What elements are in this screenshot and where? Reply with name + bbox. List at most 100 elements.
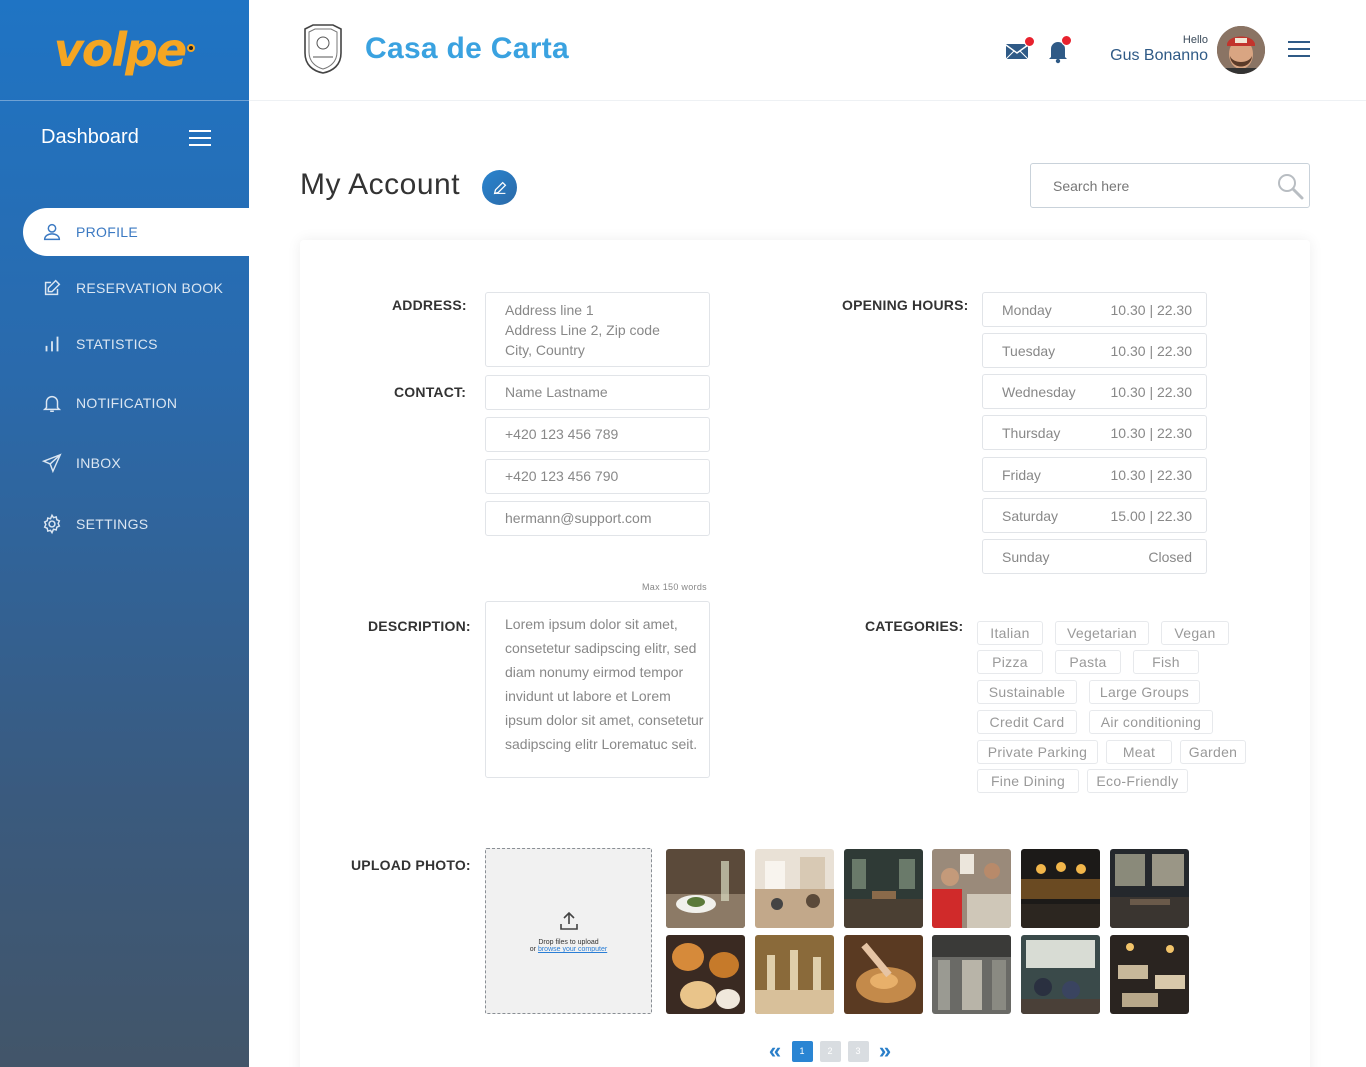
hours-row-tuesday[interactable]: Tuesday 10.30 | 22.30: [982, 333, 1207, 368]
hours-day: Tuesday: [1002, 342, 1056, 359]
categories-label: CATEGORIES:: [865, 618, 964, 634]
max-words-note: Max 150 words: [642, 582, 707, 592]
pagination: « 1 2 3 »: [762, 1040, 898, 1062]
address-line-2: Address Line 2, Zip code: [505, 322, 660, 338]
gallery-photo[interactable]: [1021, 849, 1100, 928]
gallery-photo[interactable]: [932, 849, 1011, 928]
phone-1-field[interactable]: +420 123 456 789: [485, 417, 710, 452]
gallery-photo[interactable]: [1110, 849, 1189, 928]
mail-badge: [1024, 36, 1035, 47]
sidebar-item-inbox[interactable]: INBOX: [23, 439, 249, 487]
page-button-3[interactable]: 3: [847, 1040, 869, 1062]
logo-text: volpe: [53, 23, 187, 77]
sidebar-item-label: RESERVATION BOOK: [76, 280, 224, 296]
hours-time: 15.00 | 22.30: [1110, 507, 1192, 524]
description-field[interactable]: Lorem ipsum dolor sit amet, consetetur s…: [485, 601, 710, 778]
pagination-next-icon[interactable]: »: [872, 1040, 898, 1062]
sidebar-item-statistics[interactable]: STATISTICS: [23, 320, 249, 368]
category-tag[interactable]: Credit Card: [977, 710, 1077, 734]
bell-icon: [40, 391, 64, 415]
send-icon: [40, 451, 64, 475]
gallery-photo[interactable]: [666, 849, 745, 928]
upload-drop-text: Drop files to upload: [538, 939, 599, 946]
category-tag[interactable]: Vegan: [1161, 621, 1229, 645]
category-tag[interactable]: Air conditioning: [1089, 710, 1213, 734]
top-header: Casa de Carta Hello Gus Bonanno: [249, 0, 1366, 101]
user-icon: [40, 220, 64, 244]
edit-account-button[interactable]: [482, 170, 517, 205]
dashboard-title: Dashboard: [41, 126, 139, 148]
category-tag[interactable]: Pizza: [977, 650, 1043, 674]
gallery-photo[interactable]: [844, 935, 923, 1014]
hours-day: Thursday: [1002, 424, 1061, 441]
gallery-photo[interactable]: [666, 935, 745, 1014]
hours-time: 10.30 | 22.30: [1110, 301, 1192, 318]
category-tag[interactable]: Vegetarian: [1055, 621, 1149, 645]
sidebar-item-notification[interactable]: NOTIFICATION: [23, 379, 249, 427]
gallery-photo[interactable]: [932, 935, 1011, 1014]
sidebar-item-reservation-book[interactable]: RESERVATION BOOK: [23, 264, 249, 312]
dashboard-header: Dashboard: [41, 126, 211, 149]
contact-label: CONTACT:: [394, 384, 467, 400]
user-avatar[interactable]: [1217, 26, 1265, 74]
category-tag[interactable]: Pasta: [1055, 650, 1121, 674]
category-tag[interactable]: Italian: [977, 621, 1043, 645]
category-tag[interactable]: Fish: [1133, 650, 1199, 674]
hours-day: Sunday: [1002, 548, 1050, 565]
sidebar-item-label: SETTINGS: [76, 516, 149, 532]
notifications-button[interactable]: [1045, 35, 1073, 64]
hours-day: Wednesday: [1002, 383, 1076, 400]
page-button-2[interactable]: 2: [819, 1040, 841, 1062]
hours-row-saturday[interactable]: Saturday 15.00 | 22.30: [982, 498, 1207, 533]
user-greeting: Hello Gus Bonanno: [1110, 34, 1208, 65]
sidebar-item-profile[interactable]: PROFILE: [23, 208, 249, 256]
category-tag[interactable]: Eco-Friendly: [1087, 769, 1188, 793]
sidebar-item-settings[interactable]: SETTINGS: [23, 500, 249, 548]
hours-row-thursday[interactable]: Thursday 10.30 | 22.30: [982, 415, 1207, 450]
sidebar-menu-toggle-icon[interactable]: [189, 129, 211, 146]
hours-row-monday[interactable]: Monday 10.30 | 22.30: [982, 292, 1207, 327]
address-field[interactable]: Address line 1 Address Line 2, Zip code …: [485, 292, 710, 367]
category-tag[interactable]: Garden: [1180, 740, 1246, 764]
search-icon[interactable]: [1275, 171, 1305, 201]
hours-time: 10.30 | 22.30: [1110, 466, 1192, 483]
sidebar-item-label: NOTIFICATION: [76, 395, 178, 411]
upload-dropzone[interactable]: Drop files to upload or browse your comp…: [485, 848, 652, 1014]
gallery-photo[interactable]: [755, 849, 834, 928]
phone-2-field[interactable]: +420 123 456 790: [485, 459, 710, 494]
hours-time: 10.30 | 22.30: [1110, 424, 1192, 441]
opening-hours-label: OPENING HOURS:: [842, 297, 969, 313]
gallery-photo[interactable]: [844, 849, 923, 928]
hours-time: 10.30 | 22.30: [1110, 383, 1192, 400]
pagination-prev-icon[interactable]: «: [762, 1040, 788, 1062]
page-button-1[interactable]: 1: [791, 1040, 813, 1062]
email-field[interactable]: hermann@support.com: [485, 501, 710, 536]
restaurant-name: Casa de Carta: [365, 32, 569, 65]
category-tag[interactable]: Fine Dining: [977, 769, 1079, 793]
gallery-photo[interactable]: [1021, 935, 1100, 1014]
hours-time: 10.30 | 22.30: [1110, 342, 1192, 359]
gallery-photo[interactable]: [1110, 935, 1189, 1014]
header-menu-icon[interactable]: [1288, 41, 1310, 57]
description-label: DESCRIPTION:: [368, 618, 471, 634]
hours-row-wednesday[interactable]: Wednesday 10.30 | 22.30: [982, 374, 1207, 409]
upload-browse-text: or browse your computer: [530, 946, 607, 953]
category-tag[interactable]: Meat: [1106, 740, 1172, 764]
upload-or-text: or: [529, 946, 538, 953]
hours-row-friday[interactable]: Friday 10.30 | 22.30: [982, 457, 1207, 492]
mail-button[interactable]: [1004, 36, 1035, 64]
browse-computer-link[interactable]: browse your computer: [538, 946, 607, 953]
search-input[interactable]: [1053, 177, 1263, 194]
category-tag[interactable]: Private Parking: [977, 740, 1098, 764]
logo-area: volpe: [0, 0, 249, 101]
logo-eye-icon: [187, 44, 196, 52]
hours-time: Closed: [1148, 548, 1192, 565]
contact-name-field[interactable]: Name Lastname: [485, 375, 710, 410]
category-tag[interactable]: Sustainable: [977, 680, 1077, 704]
gallery-photo[interactable]: [755, 935, 834, 1014]
category-tag[interactable]: Large Groups: [1089, 680, 1200, 704]
hours-row-sunday[interactable]: Sunday Closed: [982, 539, 1207, 574]
volpe-logo[interactable]: volpe: [53, 23, 196, 77]
avatar-image: [1217, 26, 1265, 74]
greeting-text: Hello: [1182, 34, 1208, 46]
